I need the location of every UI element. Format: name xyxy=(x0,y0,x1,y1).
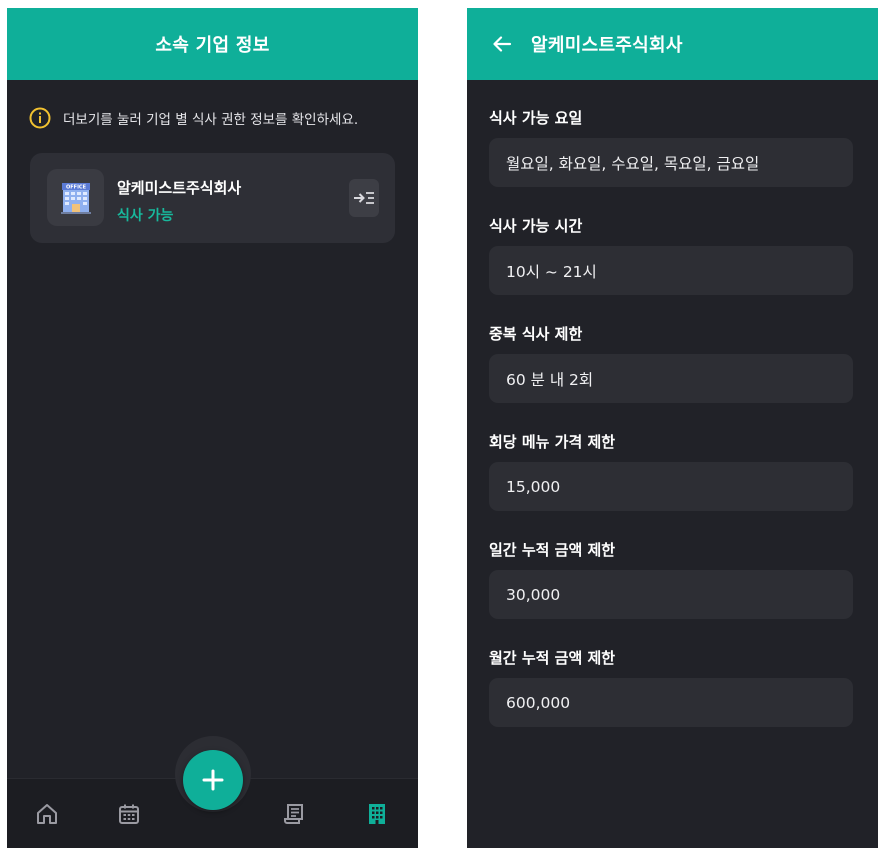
home-icon xyxy=(37,804,57,824)
receipt-icon xyxy=(284,804,303,824)
svg-text:OFFICE: OFFICE xyxy=(65,184,86,190)
menu-price-limit-label: 회당 메뉴 가격 제한 xyxy=(489,433,616,451)
company-name: 알케미스트주식회사 xyxy=(117,179,242,197)
nav-receipt[interactable] xyxy=(279,799,309,829)
monthly-limit-label: 월간 누적 금액 제한 xyxy=(489,649,616,667)
duplicate-limit-value: 60 분 내 2회 xyxy=(489,354,853,403)
company-info-screen: 소속 기업 정보 더보기를 눌러 기업 별 식사 권한 정보를 확인하세요. O… xyxy=(7,8,418,848)
add-button[interactable] xyxy=(183,750,243,810)
nav-home[interactable] xyxy=(32,799,62,829)
duplicate-limit-label: 중복 식사 제한 xyxy=(489,325,583,343)
app-bar: 알케미스트주식회사 xyxy=(467,8,878,80)
page-title: 소속 기업 정보 xyxy=(155,35,270,56)
office-building-icon: OFFICE xyxy=(60,182,91,214)
building-icon xyxy=(369,804,385,824)
daily-limit-label: 일간 누적 금액 제한 xyxy=(489,541,616,559)
nav-calendar[interactable] xyxy=(114,799,144,829)
meal-status: 식사 가능 xyxy=(117,208,174,224)
app-bar: 소속 기업 정보 xyxy=(7,8,418,80)
meal-hours-label: 식사 가능 시간 xyxy=(489,217,583,235)
notice-text: 더보기를 눌러 기업 별 식사 권한 정보를 확인하세요. xyxy=(63,112,359,128)
calendar-icon xyxy=(119,804,139,824)
more-arrow-icon xyxy=(354,192,374,204)
back-arrow-icon xyxy=(493,36,512,52)
more-button[interactable] xyxy=(349,179,379,217)
company-detail-screen: 알케미스트주식회사 식사 가능 요일 월요일, 화요일, 수요일, 목요일, 금… xyxy=(467,8,878,848)
monthly-limit-value: 600,000 xyxy=(489,678,853,727)
info-notice: 더보기를 눌러 기업 별 식사 권한 정보를 확인하세요. xyxy=(29,107,418,129)
company-card[interactable]: OFFICE 알케미스트주식회사 식사 가능 xyxy=(30,153,395,243)
meal-hours-value: 10시 ~ 21시 xyxy=(489,246,853,295)
plus-icon xyxy=(202,769,224,791)
daily-limit-value: 30,000 xyxy=(489,570,853,619)
info-icon xyxy=(29,107,51,129)
company-logo: OFFICE xyxy=(47,169,104,226)
nav-company[interactable] xyxy=(362,799,392,829)
menu-price-limit-value: 15,000 xyxy=(489,462,853,511)
meal-days-label: 식사 가능 요일 xyxy=(489,109,583,127)
meal-days-value: 월요일, 화요일, 수요일, 목요일, 금요일 xyxy=(489,138,853,187)
page-title: 알케미스트주식회사 xyxy=(531,35,683,56)
back-button[interactable] xyxy=(485,27,519,61)
